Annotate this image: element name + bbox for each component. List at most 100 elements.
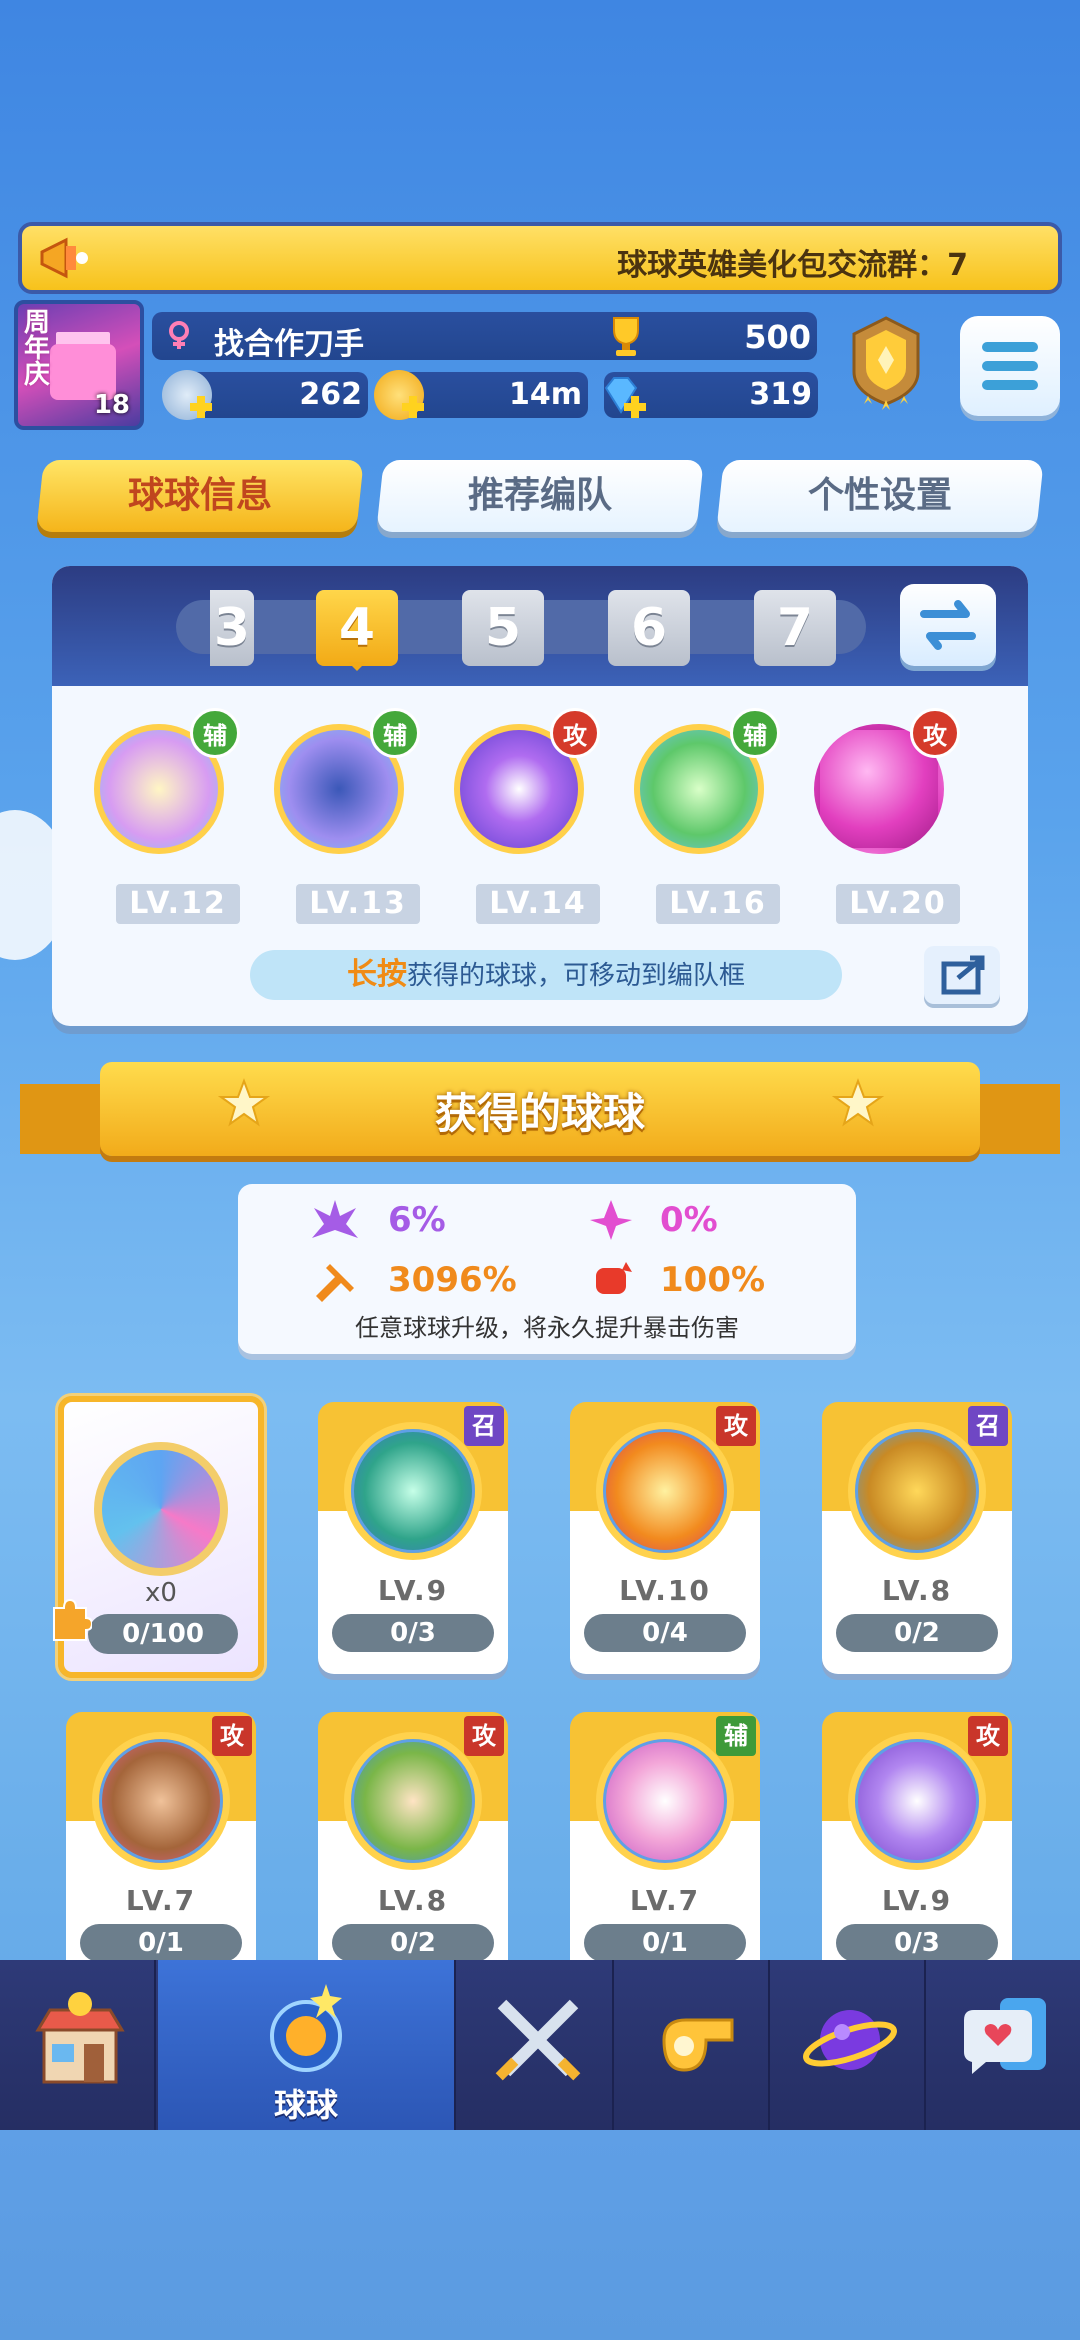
plus-icon[interactable]	[188, 394, 214, 420]
ball-card[interactable]: 攻 LV.9 0/3	[822, 1712, 1012, 1984]
ball-orb	[92, 1732, 230, 1870]
coin-value: 14m	[508, 377, 582, 412]
ball-card[interactable]: 攻 LV.10 0/4	[570, 1402, 760, 1674]
hint-text: 获得的球球，可移动到编队框	[406, 961, 745, 991]
attack-tag: 攻	[212, 1716, 252, 1756]
attack-tag: 攻	[464, 1716, 504, 1756]
swap-icon	[920, 600, 976, 650]
ball-level: LV.10	[619, 1574, 711, 1607]
stat-crit-boost: 0%	[660, 1200, 718, 1240]
ball-orb	[344, 1422, 482, 1560]
team-ball-level: LV.14	[476, 884, 600, 924]
swap-button[interactable]	[900, 584, 996, 666]
ball-level: LV.8	[377, 1884, 449, 1917]
nav-planet[interactable]	[770, 1960, 926, 2130]
tab-recommended-team[interactable]: 推荐编队	[376, 460, 704, 532]
ball-card[interactable]: 召 LV.8 0/2	[822, 1402, 1012, 1674]
ball-card[interactable]: 辅 LV.7 0/1	[570, 1712, 760, 1984]
banner-text: 球球英雄美化包交流群：7	[617, 248, 968, 283]
team-slot-6[interactable]: 6	[608, 590, 690, 666]
special-ball-card[interactable]: x0 0/100	[53, 1396, 264, 1678]
team-slot-3[interactable]: 3	[210, 590, 254, 666]
coin-resource[interactable]: 14m	[374, 370, 588, 420]
team-ball-2[interactable]: 辅	[264, 708, 420, 864]
nav-balls[interactable]: 球球	[158, 1960, 456, 2130]
stat-crit-rate: 6%	[388, 1200, 446, 1240]
tab-ball-info[interactable]: 球球信息	[36, 460, 364, 532]
player-info-bar: 找合作刀手 500	[152, 312, 817, 362]
player-level: 18	[93, 390, 130, 420]
stat-crit-damage: 3096%	[388, 1260, 517, 1300]
tab-personal-settings[interactable]: 个性设置	[716, 460, 1044, 532]
team-slot-5[interactable]: 5	[462, 590, 544, 666]
diamond-resource[interactable]: 319	[604, 372, 818, 418]
long-press-hint: 长按获得的球球，可移动到编队框	[250, 950, 842, 1000]
ball-icon	[270, 1984, 342, 2072]
energy-value: 262	[299, 377, 362, 412]
player-name: 找合作刀手	[214, 327, 364, 362]
trophy-count: 500	[744, 318, 811, 356]
stat-bonus: 100%	[660, 1260, 766, 1300]
plus-icon[interactable]	[622, 394, 648, 420]
group-banner[interactable]: 球球英雄美化包交流群：7	[18, 222, 1062, 294]
special-progress: 0/100	[88, 1614, 238, 1654]
team-slot-4[interactable]: 4	[316, 590, 398, 671]
ball-level: LV.9	[377, 1574, 449, 1607]
crossed-swords-icon	[495, 1999, 581, 2081]
ball-orb	[94, 1442, 228, 1576]
team-slot-7[interactable]: 7	[754, 590, 836, 666]
share-button[interactable]	[924, 946, 1000, 1004]
ball-card[interactable]: 攻 LV.8 0/2	[318, 1712, 508, 1984]
tab-label: 球球信息	[127, 475, 272, 516]
fist-icon	[596, 1262, 632, 1294]
crit-boost-icon	[590, 1200, 632, 1240]
ball-orb	[596, 1732, 734, 1870]
ball-orb	[848, 1732, 986, 1870]
ball-level: LV.9	[881, 1884, 953, 1917]
ball-progress: 0/4	[584, 1614, 746, 1652]
avatar[interactable]: 周年庆 18	[14, 300, 144, 430]
diamond-value: 319	[749, 377, 812, 412]
summon-tag: 召	[968, 1406, 1008, 1446]
tab-label: 推荐编队	[467, 475, 612, 516]
chat-heart-icon	[964, 1998, 1046, 2074]
crit-stats-panel: 6% 0% 3096% 100% 任意球球升级，将永久提升暴击伤害	[238, 1184, 856, 1354]
ball-progress: 0/1	[80, 1924, 242, 1962]
plus-icon[interactable]	[400, 394, 426, 420]
ball-orb	[848, 1422, 986, 1560]
team-slot-header: 3 4 5 6 7	[52, 566, 1028, 686]
team-ball-level: LV.20	[836, 884, 960, 924]
ball-progress: 0/2	[836, 1614, 998, 1652]
team-panel: 3 4 5 6 7 辅 辅 攻 辅 攻 LV.12 LV.13 LV.14 LV…	[52, 566, 1028, 1026]
section-title: 获得的球球	[434, 1089, 645, 1138]
ball-card[interactable]: 攻 LV.7 0/1	[66, 1712, 256, 1984]
planet-icon	[803, 2010, 897, 2070]
stats-note: 任意球球升级，将永久提升暴击伤害	[355, 1314, 739, 1342]
hint-strong: 长按	[346, 957, 407, 992]
team-ball-3[interactable]: 攻	[444, 708, 600, 864]
nav-shop[interactable]	[0, 1960, 156, 2130]
section-ribbon: 获得的球球	[20, 1062, 1060, 1156]
anniversary-label: 周年庆	[24, 308, 51, 390]
ball-card[interactable]: 召 LV.9 0/3	[318, 1402, 508, 1674]
nav-balls-label: 球球	[273, 2086, 338, 2124]
summon-tag: 召	[464, 1406, 504, 1446]
menu-button[interactable]	[960, 316, 1060, 416]
lower-background	[0, 2130, 1080, 2340]
team-ball-1[interactable]: 辅	[84, 708, 240, 864]
female-icon	[169, 321, 189, 349]
ball-orb	[596, 1422, 734, 1560]
team-ball-level: LV.16	[656, 884, 780, 924]
megaphone-icon	[40, 237, 88, 279]
team-ball-4[interactable]: 辅	[624, 708, 780, 864]
trophy-icon	[613, 317, 639, 356]
crit-rate-icon	[312, 1200, 358, 1238]
attack-badge: 攻	[550, 708, 600, 758]
energy-resource[interactable]: 262	[162, 370, 368, 420]
rank-badge-icon[interactable]	[838, 312, 934, 416]
nav-whistle[interactable]	[614, 1960, 770, 2130]
nav-battle[interactable]	[458, 1960, 614, 2130]
team-ball-5[interactable]: 攻	[804, 708, 960, 864]
assist-tag: 辅	[716, 1716, 756, 1756]
nav-social[interactable]	[926, 1960, 1080, 2130]
